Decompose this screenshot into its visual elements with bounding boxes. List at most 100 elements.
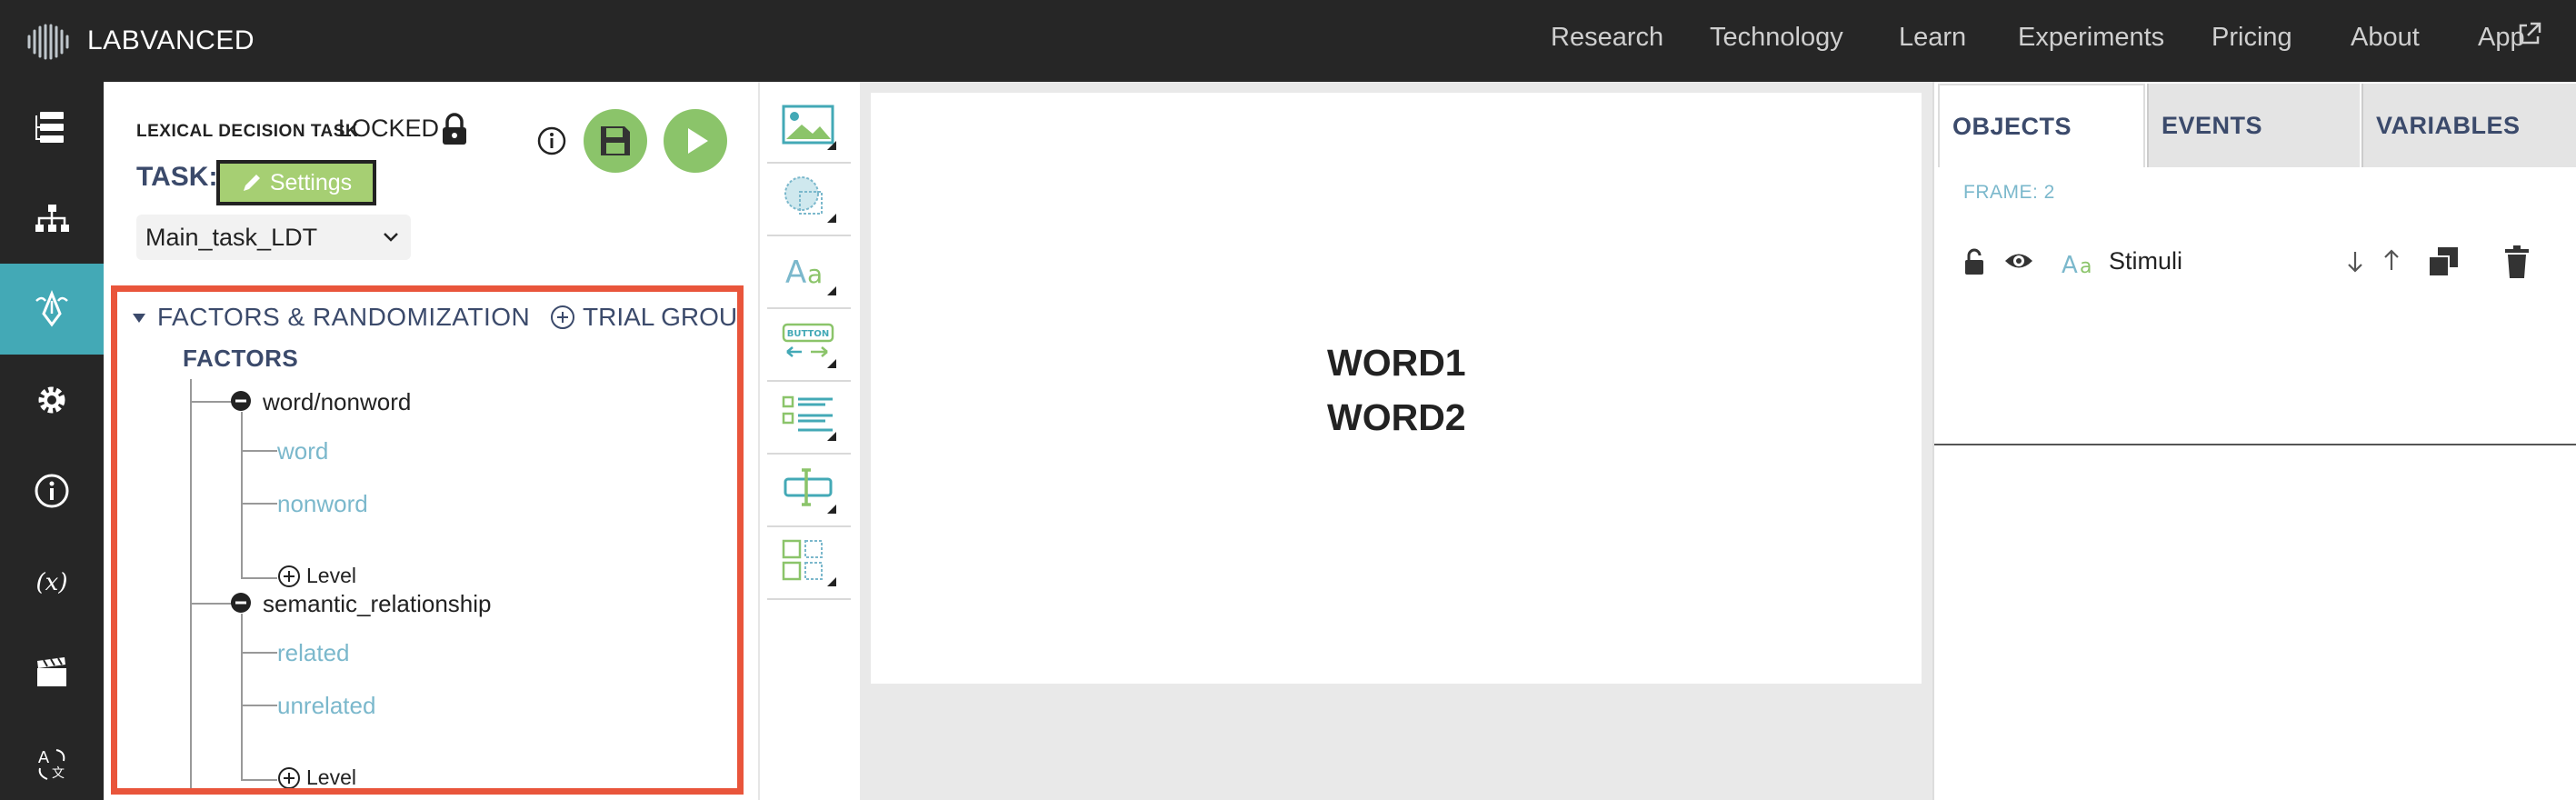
variable-icon: (x) (36, 569, 68, 596)
panel-divider (1934, 444, 2576, 445)
add-level-label: Level (306, 765, 356, 789)
task-info-icon[interactable] (536, 125, 567, 156)
tree-branch (241, 705, 277, 706)
run-button[interactable] (664, 109, 727, 173)
rail-translate[interactable]: A文 (0, 718, 104, 800)
shape-tool-icon (784, 176, 836, 223)
svg-text:a: a (807, 259, 823, 289)
tree-branch (190, 401, 232, 403)
object-tool-strip: Aa BUTTON (758, 82, 860, 800)
add-level-label: Level (306, 564, 356, 587)
nav-learn[interactable]: Learn (1899, 23, 1966, 53)
factors-randomization-title[interactable]: FACTORS & RANDOMIZATION (157, 303, 530, 332)
nav-experiments[interactable]: Experiments (2018, 23, 2164, 53)
nav-pricing[interactable]: Pricing (2212, 23, 2292, 53)
add-input-tool[interactable] (767, 458, 851, 527)
frame-label: FRAME: 2 (1963, 182, 2055, 203)
tab-events[interactable]: EVENTS (2147, 84, 2360, 167)
tree-branch (190, 603, 232, 605)
stimulus-word-1[interactable]: WORD1 (1327, 342, 1466, 385)
collapse-factor-icon[interactable] (230, 592, 252, 614)
left-rail: (x) A文 (0, 82, 104, 800)
frame-select[interactable]: Main_task_LDT (136, 215, 411, 260)
add-level-button[interactable]: Level (277, 564, 356, 588)
pencil-icon (243, 175, 260, 191)
collapse-factor-icon[interactable] (230, 390, 252, 412)
plus-circle-icon (551, 305, 574, 329)
tab-objects[interactable]: OBJECTS (1938, 84, 2145, 167)
lock-status: LOCKED (338, 115, 440, 142)
factors-randomization-section: FACTORS & RANDOMIZATION TRIAL GROUP FACT… (111, 285, 744, 795)
add-text-tool[interactable]: Aa (767, 240, 851, 309)
info-icon (35, 474, 69, 508)
top-navbar: LABVANCED Research Technology Learn Expe… (0, 0, 2576, 82)
plus-circle-icon (278, 565, 300, 587)
move-down-icon[interactable] (2345, 249, 2365, 275)
chevron-down-icon (384, 233, 398, 242)
add-multiple-choice-tool[interactable] (767, 385, 851, 455)
move-up-icon[interactable] (2381, 247, 2401, 273)
settings-icon (38, 386, 65, 414)
rail-task-editor[interactable] (0, 264, 104, 355)
brand-name[interactable]: LABVANCED (87, 25, 255, 56)
add-checkbox-tool[interactable] (767, 531, 851, 600)
factor-name[interactable]: semantic_relationship (263, 590, 491, 618)
frame-canvas[interactable]: WORD1 WORD2 (871, 93, 1922, 684)
tree-branch (241, 652, 277, 654)
object-row[interactable]: Aa Stimuli (1934, 236, 2576, 291)
svg-text:a: a (2080, 255, 2092, 278)
add-shape-tool[interactable] (767, 167, 851, 236)
trash-icon[interactable] (2501, 244, 2532, 280)
level-item[interactable]: related (277, 639, 350, 667)
translate-icon: A文 (38, 748, 65, 781)
tab-variables[interactable]: VARIABLES (2361, 84, 2576, 167)
add-button-tool[interactable]: BUTTON (767, 313, 851, 382)
unlock-icon[interactable] (1962, 247, 1989, 276)
level-item[interactable]: word (277, 437, 328, 465)
image-tool-icon (782, 105, 836, 150)
add-level-button[interactable]: Level (277, 765, 356, 789)
collapse-caret-icon[interactable] (132, 312, 146, 325)
object-name[interactable]: Stimuli (2109, 247, 2182, 275)
stimulus-word-2[interactable]: WORD2 (1327, 396, 1466, 439)
plus-circle-icon (278, 766, 300, 788)
lock-icon[interactable] (438, 111, 471, 147)
rail-tree[interactable] (0, 173, 104, 264)
add-trial-group-button[interactable]: TRIAL GROUP (550, 303, 744, 332)
button-tool-text: BUTTON (787, 329, 829, 339)
factor-name[interactable]: word/nonword (263, 388, 411, 416)
rail-media[interactable] (0, 627, 104, 718)
labvanced-logo-icon[interactable] (24, 20, 71, 64)
level-item[interactable]: nonword (277, 490, 368, 518)
nav-research[interactable]: Research (1551, 23, 1663, 53)
tree-level-line (241, 614, 243, 781)
clapper-icon (37, 657, 66, 686)
frame-select-value: Main_task_LDT (145, 223, 318, 251)
rail-info[interactable] (0, 445, 104, 536)
eye-icon[interactable] (2003, 249, 2034, 273)
task-label: TASK: (136, 162, 218, 192)
duplicate-icon[interactable] (2425, 244, 2461, 280)
tree-level-line (241, 412, 243, 577)
button-tool-icon: BUTTON (782, 323, 836, 368)
rail-settings[interactable] (0, 355, 104, 445)
trial-group-label: TRIAL GROUP (583, 303, 744, 331)
task-editor-icon (35, 290, 68, 327)
settings-button[interactable]: Settings (216, 160, 376, 205)
svg-text:(x): (x) (36, 569, 68, 596)
nav-about[interactable]: About (2351, 23, 2420, 53)
checkbox-tool-icon (782, 539, 836, 586)
rail-structure[interactable] (0, 82, 104, 173)
task-name: LEXICAL DECISION TASK (136, 122, 359, 141)
svg-text:文: 文 (52, 766, 65, 781)
add-image-tool[interactable] (767, 95, 851, 164)
rail-variables[interactable]: (x) (0, 536, 104, 627)
svg-text:A: A (2062, 252, 2078, 278)
svg-text:A: A (785, 255, 806, 291)
nav-technology[interactable]: Technology (1710, 23, 1843, 53)
save-button[interactable] (584, 109, 647, 173)
frame-canvas-area: WORD1 WORD2 (860, 82, 1932, 800)
tree-branch (241, 577, 277, 579)
external-link-icon (2519, 22, 2541, 45)
level-item[interactable]: unrelated (277, 692, 375, 720)
